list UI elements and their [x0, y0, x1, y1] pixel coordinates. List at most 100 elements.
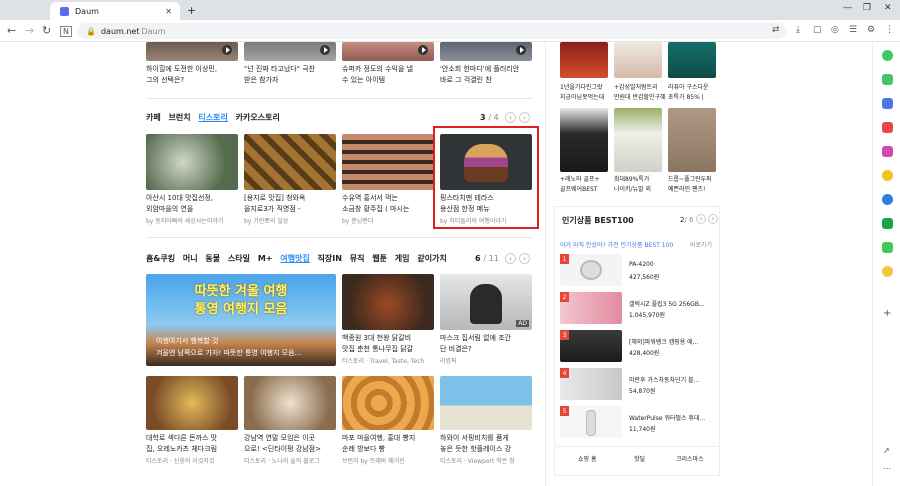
card-image[interactable] — [244, 376, 336, 430]
prev-page-button[interactable]: ‹ — [696, 214, 706, 224]
product-name[interactable]: WaterPulse 워터펄스 휴대... — [629, 413, 717, 422]
product-name[interactable]: PA-4200 — [629, 261, 717, 268]
card-title[interactable]: 용산점 한정 메뉴 — [440, 204, 532, 215]
product-image[interactable] — [614, 42, 662, 78]
product-title[interactable]: 예쁜라인 팬츠! — [668, 184, 720, 193]
product-title[interactable]: +레노마 골프+ — [560, 174, 612, 183]
product-image[interactable] — [668, 108, 716, 172]
tab-cafe[interactable]: 카페 — [146, 113, 161, 122]
tab-work[interactable]: 직장IN — [318, 254, 342, 263]
tab-travel-food[interactable]: 여행맛집 — [280, 254, 309, 263]
card-image[interactable]: AD — [440, 274, 532, 330]
download-icon[interactable]: ⤓ — [796, 25, 800, 35]
translate-icon[interactable]: ⇄ — [772, 25, 780, 35]
more-icon[interactable]: ⋮ — [885, 25, 894, 35]
next-page-button[interactable]: › — [519, 112, 530, 123]
video-title[interactable]: 수 있는 아이템 — [342, 75, 434, 86]
browser-tab[interactable]: Daum ✕ — [50, 2, 180, 20]
card-title[interactable]: 마포 마을여행, 홍대 빵지 — [342, 433, 434, 444]
calendar-icon[interactable] — [882, 98, 893, 109]
card-title[interactable]: 하와이 서핑비치를 품게 — [440, 433, 532, 444]
screenshot-icon[interactable]: ◎ — [831, 25, 839, 35]
product-image[interactable] — [560, 108, 608, 172]
product-title[interactable]: 최대89%특가 — [614, 174, 666, 183]
card-title[interactable]: 백종원 3대 천왕 닭갈비 — [342, 333, 434, 344]
product-image[interactable] — [560, 406, 622, 438]
video-title[interactable]: 받은 참가자 — [244, 75, 336, 86]
card-image[interactable] — [146, 134, 238, 190]
pocket-icon[interactable] — [882, 122, 893, 133]
close-window-icon[interactable]: ✕ — [884, 3, 892, 13]
video-title[interactable]: 바로 그 걱결린 찬 — [440, 75, 532, 86]
green-app-icon[interactable] — [882, 50, 893, 61]
reload-icon[interactable]: ↻ — [42, 24, 51, 37]
footer-tab-shopping-home[interactable]: 쇼핑 홈 — [578, 454, 596, 463]
star-icon[interactable] — [882, 170, 893, 181]
tab-brunch[interactable]: 브런치 — [169, 113, 191, 122]
tab-webtoon[interactable]: 웹툰 — [372, 254, 387, 263]
tab-game[interactable]: 게임 — [395, 254, 410, 263]
product-name[interactable]: 미란후 가스차동차단기 블... — [629, 375, 717, 384]
address-bar[interactable]: 🔒 daum.net Daum — [78, 23, 786, 39]
prev-page-button[interactable]: ‹ — [505, 112, 516, 123]
product-image[interactable] — [668, 42, 716, 78]
card-title[interactable]: 맛집 춘천 통나무집 닭갈 — [342, 344, 434, 355]
close-tab-icon[interactable]: ✕ — [165, 7, 172, 16]
product-image[interactable] — [560, 42, 608, 78]
card-title[interactable]: 소금창 황주집 ( 마시는 — [342, 204, 434, 215]
product-image[interactable] — [560, 254, 622, 286]
card-image[interactable] — [440, 376, 532, 430]
settings-icon[interactable]: ⚙ — [867, 25, 875, 35]
card-title[interactable]: 강남역 연말 모임은 이곳 — [244, 433, 336, 444]
product-image[interactable] — [560, 292, 622, 324]
more-link[interactable]: 바로가기 — [690, 240, 712, 249]
product-name[interactable]: 갤럭시Z 플립3 5G 256GB... — [629, 299, 717, 308]
sheets-icon[interactable] — [882, 218, 893, 229]
maximize-icon[interactable]: ❐ — [863, 3, 871, 13]
video-title[interactable]: 슈퍼카 정도의 수익을 낼 — [342, 64, 434, 75]
product-image[interactable] — [560, 368, 622, 400]
product-title[interactable]: 드롭~풀그란두퍼 — [668, 174, 720, 183]
product-title[interactable]: 만원대 반갑할인구혜숍 — [614, 92, 666, 101]
tab-kakaostory[interactable]: 카카오스토리 — [236, 113, 280, 122]
tab-tistory[interactable]: 티스토리 — [198, 113, 227, 122]
collections-icon[interactable]: ☰ — [849, 25, 857, 35]
product-image[interactable] — [614, 108, 662, 172]
chat-app-icon[interactable] — [882, 74, 893, 85]
product-title[interactable]: 라퓨아 구스다운 — [668, 82, 720, 91]
product-title[interactable]: +감성발처럼트리 — [614, 82, 666, 91]
card-title[interactable]: 을지로3가 직영점 - — [244, 204, 336, 215]
card-image[interactable] — [342, 376, 434, 430]
product-title[interactable]: 지금아님못먹는대 — [560, 92, 612, 101]
capture-icon[interactable]: ▢ — [813, 25, 822, 35]
card-image[interactable] — [146, 376, 238, 430]
tab-style[interactable]: 스타일 — [228, 254, 250, 263]
footer-tab-hotdeal[interactable]: 핫딜 — [634, 454, 645, 463]
phone-icon[interactable] — [882, 242, 893, 253]
product-title[interactable]: 초특가 85% | — [668, 92, 720, 101]
forward-icon[interactable]: → — [25, 24, 34, 37]
add-sidebar-icon[interactable]: + — [883, 308, 891, 319]
card-title[interactable]: [용지로 맛집] 청와옥 — [244, 193, 336, 204]
hero-image[interactable]: 따뜻한 겨울 여행 통영 여행지 모음 여행여기서 행복할 것 겨울엔 남쪽으로… — [146, 274, 336, 366]
edge-icon[interactable] — [882, 194, 893, 205]
tab-mplus[interactable]: M+ — [258, 254, 273, 263]
product-name[interactable]: [해외]파워뱅크 캠핑용 에... — [629, 337, 717, 346]
external-link-icon[interactable]: ↗ — [883, 446, 890, 455]
emoji-icon[interactable] — [882, 266, 893, 277]
tab-money[interactable]: 머니 — [183, 254, 198, 263]
card-title[interactable]: 으로! <딘타이펑 강남점> — [244, 444, 336, 455]
product-title[interactable]: 나이키/뉴발 외 — [614, 184, 666, 193]
card-title[interactable]: 아산시 10대 맛집선정, — [146, 193, 238, 204]
video-title[interactable]: "넌 진짜 타고났다" 극찬 — [244, 64, 336, 75]
card-title[interactable]: 놓은 듯한 핫플레이스 강 — [440, 444, 532, 455]
back-icon[interactable]: ← — [7, 24, 16, 37]
tab-together[interactable]: 같이가치 — [417, 254, 446, 263]
video-title[interactable]: 그의 선택은? — [146, 75, 238, 86]
card-image[interactable] — [244, 134, 336, 190]
new-tab-icon[interactable]: + — [187, 4, 196, 17]
card-title[interactable]: 순례 방보다 빵 — [342, 444, 434, 455]
prev-page-button[interactable]: ‹ — [505, 253, 516, 264]
next-page-button[interactable]: › — [519, 253, 530, 264]
card-title[interactable]: 집, 오레노카츠 체다크림 — [146, 444, 238, 455]
